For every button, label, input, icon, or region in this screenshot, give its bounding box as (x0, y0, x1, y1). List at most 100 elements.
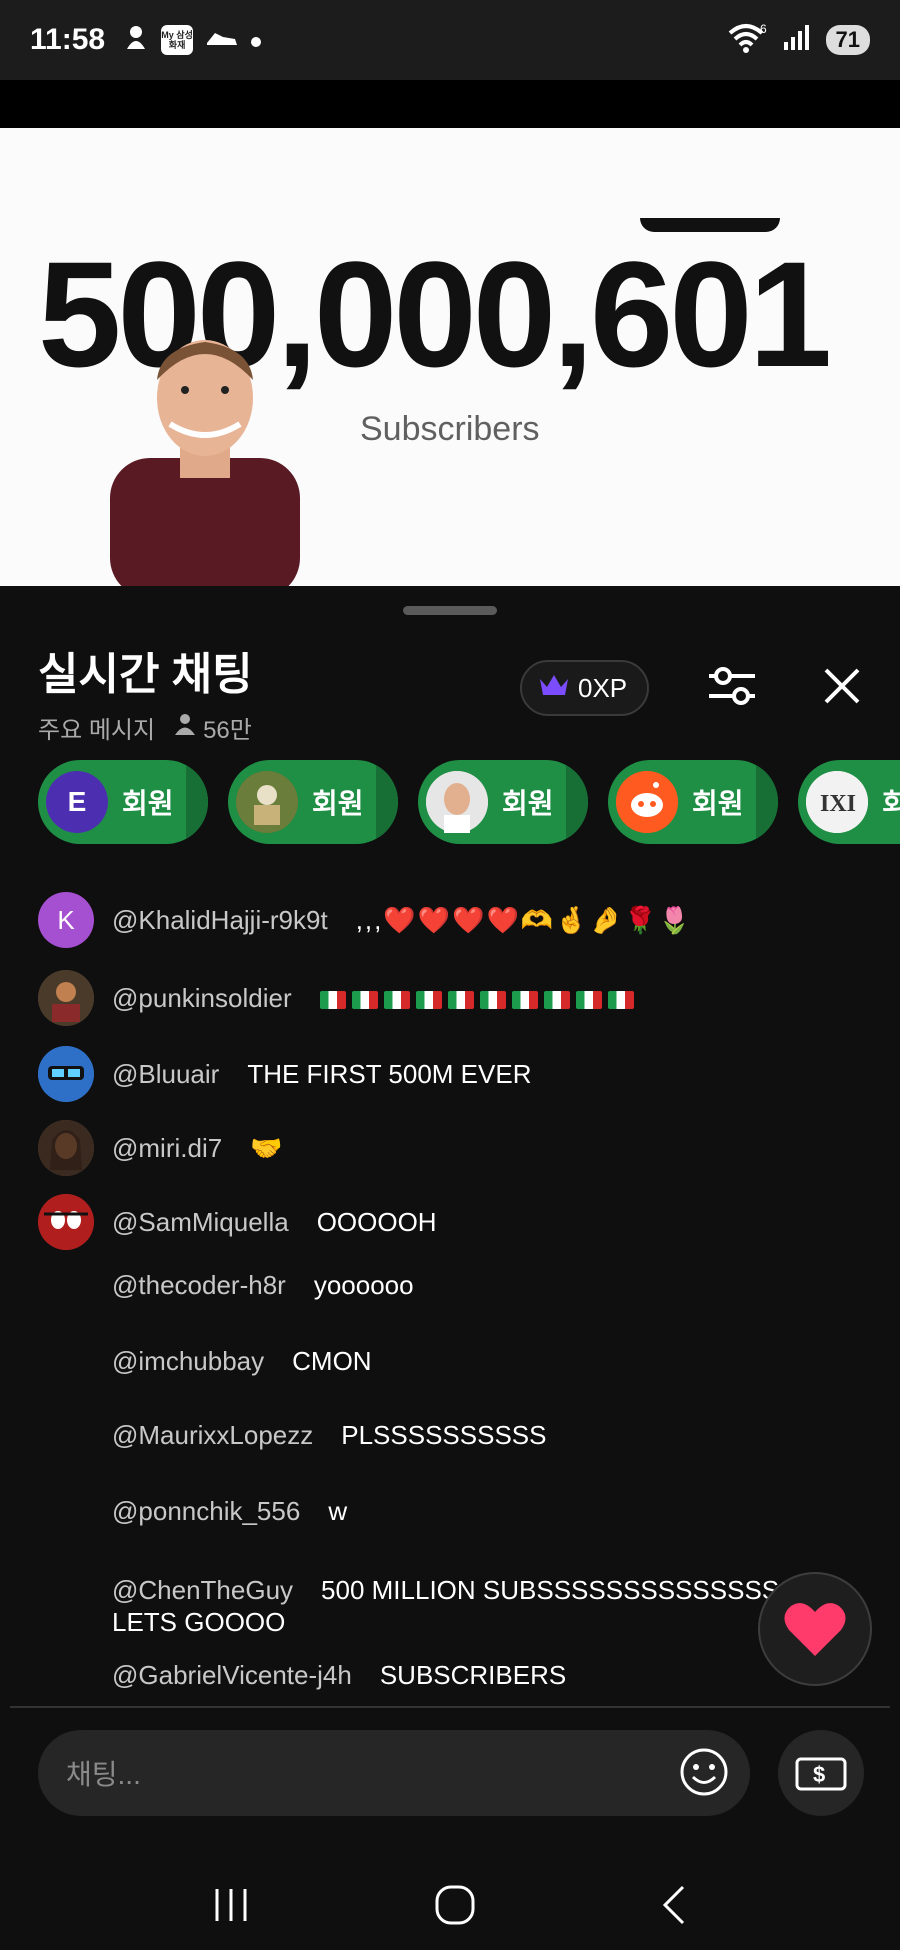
message-text: OOOOOH (316, 1206, 437, 1237)
crown-icon (538, 671, 570, 706)
italy-flag-icon (511, 990, 538, 1009)
system-nav-bar (0, 1864, 900, 1950)
member-chip[interactable]: 회원 (418, 760, 588, 844)
member-chip[interactable]: IXI 회 (798, 760, 900, 844)
message-text: ,,,❤️❤️❤️❤️🫶🤞🤌🌹🌷 (355, 904, 693, 935)
message-author[interactable]: @thecoder-h8r (112, 1270, 286, 1301)
chat-message[interactable]: @GabrielVicente-j4h SUBSCRIBERS (38, 1660, 868, 1691)
heart-reaction-button[interactable] (758, 1572, 872, 1686)
chat-message[interactable]: @miri.di7 🤝 (38, 1120, 868, 1176)
member-avatar (236, 771, 298, 833)
message-flags (319, 983, 640, 1014)
chat-message[interactable]: @Bluuair THE FIRST 500M EVER (38, 1046, 868, 1102)
input-divider (10, 1706, 890, 1708)
message-author[interactable]: @GabrielVicente-j4h (112, 1660, 352, 1691)
italy-flag-icon (575, 990, 602, 1009)
back-button[interactable] (659, 1884, 689, 1931)
dot-icon (251, 26, 262, 54)
drag-handle[interactable] (403, 606, 497, 615)
close-chat-button[interactable] (810, 654, 874, 718)
app-badge-icon: My 삼성화재 (161, 25, 194, 55)
member-chip-label: 회원 (122, 788, 174, 819)
member-avatar: E (46, 771, 108, 833)
heart-icon (784, 1603, 846, 1656)
member-chip[interactable]: E 회원 (38, 760, 208, 844)
chat-message[interactable]: @ponnchik_556 w (38, 1496, 868, 1527)
member-avatar (616, 771, 678, 833)
italy-flag-icon (351, 990, 378, 1009)
home-icon (435, 1885, 475, 1924)
italy-flag-icon (479, 990, 506, 1009)
member-avatar: IXI (806, 771, 868, 833)
member-avatar (426, 771, 488, 833)
message-author[interactable]: @imchubbay (112, 1346, 264, 1377)
member-chip[interactable]: 회원 (228, 760, 398, 844)
message-author[interactable]: @miri.di7 (112, 1133, 222, 1164)
status-bar: 11:58 My 삼성화재 6 71 (0, 0, 900, 80)
money-icon: $ (795, 1757, 847, 1791)
italy-flag-icon (415, 990, 442, 1009)
super-chat-button[interactable]: $ (778, 1730, 864, 1816)
chat-message[interactable]: K @KhalidHajji-r9k9t ,,,❤️❤️❤️❤️🫶🤞🤌🌹🌷 (38, 892, 868, 948)
message-author[interactable]: @MaurixxLopezz (112, 1420, 313, 1451)
emoji-button[interactable] (676, 1744, 732, 1800)
xp-value: 0XP (578, 672, 628, 703)
clock: 11:58 (30, 23, 106, 56)
italy-flag-icon (319, 990, 346, 1009)
chat-subtitle: 주요 메시지 56만 (38, 710, 252, 745)
svg-text:IXI: IXI (820, 791, 856, 817)
italy-flag-icon (543, 990, 570, 1009)
svg-text:$: $ (813, 1762, 825, 1787)
message-author[interactable]: @Bluuair (112, 1059, 219, 1090)
chat-title: 실시간 채팅 (38, 650, 253, 699)
wifi-icon: 6 (728, 22, 768, 58)
back-icon (662, 1885, 684, 1924)
chat-message[interactable]: @thecoder-h8r yoooooo (38, 1270, 868, 1301)
member-chip-label: 회 (882, 788, 900, 819)
presenter-image (100, 328, 310, 586)
chat-message[interactable]: @ChenTheGuy 500 MILLION SUBSSSSSSSSSSSSSS… (38, 1574, 868, 1638)
message-author[interactable]: @SamMiquella (112, 1207, 289, 1238)
user-avatar (38, 1046, 94, 1102)
message-author[interactable]: @ponnchik_556 (112, 1496, 300, 1527)
recents-icon (215, 1888, 247, 1921)
sliders-icon (709, 667, 755, 705)
video-letterbox (0, 80, 900, 128)
smiley-icon (680, 1748, 728, 1796)
member-chip-label: 회원 (312, 788, 364, 819)
member-chip-label: 회원 (502, 788, 554, 819)
member-chip[interactable]: 회원 (608, 760, 778, 844)
notification-icon (123, 23, 149, 58)
svg-text:6: 6 (760, 23, 767, 36)
filter-settings-button[interactable] (700, 654, 764, 718)
battery-indicator: 71 (825, 25, 870, 55)
recent-apps-button[interactable] (211, 1887, 251, 1928)
chat-input[interactable]: 채팅... (38, 1730, 750, 1816)
viewer-count: 56만 (173, 710, 252, 745)
member-chips: E 회원 회원 회원 회원 IXI 회 (38, 760, 900, 844)
user-avatar: K (38, 892, 94, 948)
message-text: CMON (292, 1346, 372, 1376)
chat-message[interactable]: @SamMiquella OOOOOH (38, 1194, 868, 1250)
chat-message[interactable]: @MaurixxLopezz PLSSSSSSSSSS (38, 1420, 868, 1451)
person-icon (173, 712, 197, 743)
chat-message[interactable]: @punkinsoldier (38, 970, 868, 1026)
message-text: SUBSCRIBERS (379, 1660, 567, 1690)
message-text: PLSSSSSSSSSS (341, 1420, 547, 1450)
message-text: w (328, 1496, 348, 1526)
user-avatar (38, 1120, 94, 1176)
shoe-icon (205, 25, 239, 56)
video-player[interactable]: 500,000,601 Subscribers (0, 128, 900, 586)
chat-mode-label[interactable]: 주요 메시지 (38, 710, 155, 745)
live-chat-panel: 실시간 채팅 주요 메시지 56만 0XP E 회원 회원 회원 회원 IXI … (0, 586, 900, 1950)
xp-button[interactable]: 0XP (520, 660, 650, 716)
chat-message[interactable]: @imchubbay CMON (38, 1346, 868, 1377)
home-button[interactable] (434, 1884, 476, 1931)
viewer-count-value: 56만 (203, 717, 252, 744)
italy-flag-icon (383, 990, 410, 1009)
user-avatar (38, 970, 94, 1026)
message-author[interactable]: @KhalidHajji-r9k9t (112, 905, 328, 936)
close-icon (824, 668, 860, 704)
message-author[interactable]: @punkinsoldier (112, 983, 292, 1014)
message-author[interactable]: @ChenTheGuy (112, 1575, 293, 1605)
